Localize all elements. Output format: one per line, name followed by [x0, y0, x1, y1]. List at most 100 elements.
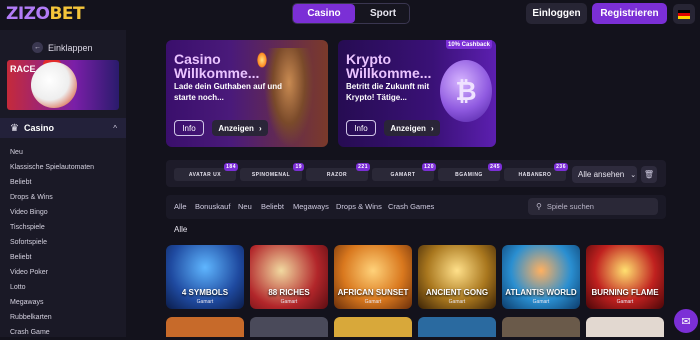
provider-razor[interactable]: RAZOR 221	[306, 163, 370, 181]
provider-count: 184	[224, 163, 238, 171]
provider-name: HABANERO	[518, 171, 552, 178]
game-tile-partial[interactable]	[586, 317, 664, 337]
provider-bgaming[interactable]: BGAMING 245	[438, 163, 502, 181]
provider-gamart[interactable]: GAMART 120	[372, 163, 436, 181]
sidebar-item-megaways[interactable]: Megaways	[10, 295, 120, 310]
chevron-right-icon: ›	[430, 123, 434, 133]
chevron-right-icon: ›	[258, 123, 262, 133]
banner-subtitle: Betritt die Zukunft mit Krypto! Tätige..…	[346, 82, 430, 102]
sidebar-item-rubbelkarten[interactable]: Rubbelkarten	[10, 310, 120, 325]
show-all-providers-select[interactable]: Alle ansehen ⌄	[572, 166, 637, 183]
banner-title-line2: Willkomme...	[174, 65, 260, 81]
filter-bonuskauf[interactable]: Bonuskauf	[195, 202, 230, 211]
info-button[interactable]: Info	[346, 120, 376, 136]
show-button[interactable]: Anzeigen ›	[384, 120, 440, 136]
game-name: BURNING FLAME	[591, 288, 659, 297]
provider-count: 236	[554, 163, 568, 171]
banner-subtitle: Lade dein Guthaben auf und starte noch..…	[174, 82, 282, 102]
filter-crash-games[interactable]: Crash Games	[388, 202, 434, 211]
arrow-left-icon: ←	[32, 42, 43, 53]
provider-name: BGAMING	[455, 171, 483, 178]
sidebar-item-neu[interactable]: Neu	[10, 145, 120, 160]
sidebar-item-drops-wins[interactable]: Drops & Wins	[10, 190, 120, 205]
search-placeholder: Spiele suchen	[546, 202, 594, 211]
provider-habanero[interactable]: HABANERO 236	[504, 163, 568, 181]
provider-count: 120	[422, 163, 436, 171]
banner-title-line1: Krypto	[346, 51, 392, 67]
section-label: Alle	[174, 225, 188, 234]
trash-icon[interactable]: 🗑	[641, 166, 657, 183]
provider-count: 19	[293, 163, 304, 171]
game-name: ANCIENT GONG	[425, 288, 489, 297]
product-switch: Casino Sport	[292, 3, 410, 24]
game-provider: Gamart	[532, 299, 550, 305]
banner-title-line2: Willkomme...	[346, 65, 432, 81]
collapse-label: Einklappen	[48, 42, 93, 53]
banner-title: Krypto Willkomme...	[346, 52, 431, 80]
provider-spinomenal[interactable]: SPINOMENAL 19	[240, 163, 304, 181]
casino-welcome-banner[interactable]: Casino Willkomme... Lade dein Guthaben a…	[166, 40, 328, 147]
filter-drops-wins[interactable]: Drops & Wins	[336, 202, 382, 211]
sidebar-item-video-poker[interactable]: Video Poker	[10, 265, 120, 280]
register-button[interactable]: Registrieren	[592, 3, 667, 24]
provider-name: RAZOR	[326, 171, 348, 178]
sidebar-item-video-bingo[interactable]: Video Bingo	[10, 205, 120, 220]
race-label: RACE	[10, 64, 36, 74]
game-provider: Gamart	[364, 299, 382, 305]
game-tile[interactable]: ATLANTIS WORLD Gamart	[502, 245, 580, 309]
game-tile-partial[interactable]	[418, 317, 496, 337]
sidebar-item-lotto[interactable]: Lotto	[10, 280, 120, 295]
game-tile[interactable]: 88 RICHES Gamart	[250, 245, 328, 309]
tab-sport[interactable]: Sport	[355, 4, 411, 23]
filter-megaways[interactable]: Megaways	[293, 202, 329, 211]
game-tile-partial[interactable]	[250, 317, 328, 337]
provider-avatarux[interactable]: AVATAR UX 184	[174, 163, 238, 181]
game-tile-partial[interactable]	[166, 317, 244, 337]
game-provider: Gamart	[196, 299, 214, 305]
sidebar-item-sofortspiele[interactable]: Sofortspiele	[10, 235, 120, 250]
sidebar-item-klassische[interactable]: Klassische Spielautomaten	[10, 160, 120, 175]
game-provider: Gamart	[280, 299, 298, 305]
sidebar-item-tischspiele[interactable]: Tischspiele	[10, 220, 120, 235]
sidebar: ← Einklappen RACE ♛ Casino ^ Neu Klassis…	[0, 30, 126, 337]
race-promo-banner[interactable]: RACE	[7, 60, 119, 110]
category-filters: Alle Bonuskauf Neu Beliebt Megaways Drop…	[166, 195, 666, 219]
provider-name: GAMART	[390, 171, 416, 178]
game-tile[interactable]: ANCIENT GONG Gamart	[418, 245, 496, 309]
tab-casino[interactable]: Casino	[293, 4, 355, 23]
game-tile[interactable]: BURNING FLAME Gamart	[586, 245, 664, 309]
game-name: 88 RICHES	[268, 288, 310, 297]
filter-alle[interactable]: Alle	[174, 202, 187, 211]
game-tile-partial[interactable]	[334, 317, 412, 337]
search-icon: ⚲	[536, 202, 542, 211]
filter-beliebt[interactable]: Beliebt	[261, 202, 284, 211]
game-tile[interactable]: AFRICAN SUNSET Gamart	[334, 245, 412, 309]
chevron-down-icon: ⌄	[630, 171, 637, 179]
show-label: Anzeigen	[218, 123, 254, 133]
login-button[interactable]: Einloggen	[526, 3, 587, 24]
cashback-badge: 10% Cashback	[446, 40, 492, 49]
logo-part2: BET	[49, 4, 85, 24]
filter-neu[interactable]: Neu	[238, 202, 252, 211]
provider-name: AVATAR UX	[188, 171, 222, 178]
info-button[interactable]: Info	[174, 120, 204, 136]
collapse-button[interactable]: ← Einklappen	[32, 42, 93, 53]
logo[interactable]: ZIZOBET	[6, 4, 85, 24]
provider-count: 221	[356, 163, 370, 171]
banner-title: Casino Willkomme...	[174, 52, 259, 80]
casino-icon: ♛	[10, 122, 19, 134]
provider-strip: AVATAR UX 184 SPINOMENAL 19 RAZOR 221 GAMAR…	[166, 160, 666, 187]
banner-title-line1: Casino	[174, 51, 221, 67]
provider-name: SPINOMENAL	[251, 171, 291, 178]
game-tile[interactable]: 4 SYMBOLS Gamart	[166, 245, 244, 309]
game-tile-partial[interactable]	[502, 317, 580, 337]
language-flag-icon[interactable]	[673, 4, 695, 24]
sidebar-item-crash-game[interactable]: Crash Game	[10, 325, 120, 340]
crypto-welcome-banner[interactable]: 10% Cashback ₿ Krypto Willkomme... Betri…	[338, 40, 496, 147]
search-input[interactable]: ⚲ Spiele suchen	[528, 198, 658, 215]
sidebar-item-beliebt[interactable]: Beliebt	[10, 175, 120, 190]
chat-icon[interactable]: ✉	[674, 309, 698, 333]
casino-section-header[interactable]: ♛ Casino ^	[0, 118, 126, 138]
show-button[interactable]: Anzeigen ›	[212, 120, 268, 136]
sidebar-item-beliebt-2[interactable]: Beliebt	[10, 250, 120, 265]
